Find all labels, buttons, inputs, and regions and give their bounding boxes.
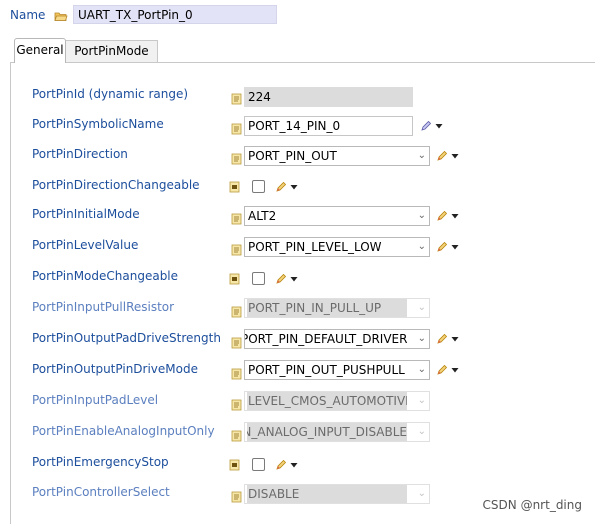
pencil-icon[interactable]	[436, 150, 448, 162]
chevron-down-icon: ⌄	[417, 395, 426, 406]
portpinoutputpindrivemode-select[interactable]: PORT_PIN_OUT_PUSHPULL ⌄	[244, 360, 430, 380]
chevron-down-icon: ⌄	[417, 426, 426, 437]
name-label: Name	[10, 8, 46, 22]
select-value: ALT2	[248, 209, 277, 223]
dropdown-arrow-icon[interactable]	[451, 366, 459, 374]
parameter-lock-icon	[229, 459, 240, 471]
parameter-doc-icon	[231, 213, 242, 225]
row-label-portpinmodechangeable: PortPinModeChangeable	[32, 269, 179, 283]
parameter-lock-icon	[229, 181, 240, 193]
pencil-icon[interactable]	[275, 459, 287, 471]
portpininputpadlevel-select: LEVEL_CMOS_AUTOMOTIVE ⌄	[244, 391, 430, 411]
dropdown-arrow-icon[interactable]	[451, 212, 459, 220]
tab-general[interactable]: General	[14, 38, 66, 63]
pencil-icon[interactable]	[275, 273, 287, 285]
row-label-portpininputpadlevel: PortPinInputPadLevel	[32, 393, 159, 407]
select-value: PORT_PIN_ANALOG_INPUT_DISABLE	[247, 423, 407, 441]
tab-portpinmode[interactable]: PortPinMode	[66, 40, 158, 62]
portpinemergencystop-checkbox[interactable]	[252, 458, 265, 471]
row-label-portpincontrollerselect: PortPinControllerSelect	[32, 485, 170, 499]
parameter-doc-icon	[231, 93, 242, 105]
portpincontrollerselect-select: DISABLE ⌄	[244, 484, 430, 504]
dropdown-arrow-icon[interactable]	[290, 183, 298, 191]
parameter-doc-icon	[231, 368, 242, 380]
row-label-portpinid: PortPinId (dynamic range)	[32, 87, 189, 101]
row-label-portpinlevelvalue: PortPinLevelValue	[32, 238, 139, 252]
chevron-down-icon: ⌄	[417, 302, 426, 313]
row-label-portpinenableanaloginputonly: PortPinEnableAnalogInputOnly	[32, 424, 215, 438]
chevron-down-icon: ⌄	[417, 364, 426, 375]
portpindirectionchangeable-checkbox[interactable]	[252, 180, 265, 193]
row-label-portpinoutputpaddrivestrength: PortPinOutputPadDriveStrength	[32, 331, 221, 345]
select-value: DISABLE	[247, 485, 407, 503]
select-value: PORT_PIN_DEFAULT_DRIVER	[244, 332, 408, 346]
name-field[interactable]: UART_TX_PortPin_0	[73, 5, 277, 24]
chevron-down-icon: ⌄	[417, 241, 426, 252]
portpinoutputpaddrivestrength-select[interactable]: PORT_PIN_DEFAULT_DRIVER ⌄	[244, 329, 430, 349]
portpininitialmode-select[interactable]: ALT2 ⌄	[244, 206, 430, 226]
watermark: CSDN @nrt_ding	[482, 498, 582, 512]
chevron-down-icon: ⌄	[417, 488, 426, 499]
row-label-portpininitialmode: PortPinInitialMode	[32, 207, 140, 221]
select-value: PORT_PIN_LEVEL_LOW	[248, 240, 382, 254]
row-label-portpinsymbolicname: PortPinSymbolicName	[32, 117, 164, 131]
row-label-portpinoutputpindrivemode: PortPinOutputPinDriveMode	[32, 362, 198, 376]
parameter-doc-icon	[231, 123, 242, 135]
portpinmodechangeable-checkbox[interactable]	[252, 272, 265, 285]
parameter-doc-icon	[231, 244, 242, 256]
select-value: LEVEL_CMOS_AUTOMOTIVE	[247, 392, 407, 410]
pencil-icon[interactable]	[436, 210, 448, 222]
parameter-doc-icon	[231, 306, 242, 318]
parameter-lock-icon	[229, 273, 240, 285]
select-value: PORT_PIN_OUT_PUSHPULL	[248, 363, 405, 377]
portpindirection-select[interactable]: PORT_PIN_OUT ⌄	[244, 146, 430, 166]
chevron-down-icon: ⌄	[417, 210, 426, 221]
parameter-doc-icon	[231, 399, 242, 411]
portpinenableanaloginputonly-select: PORT_PIN_ANALOG_INPUT_DISABLE ⌄	[244, 422, 430, 442]
row-label-portpindirection: PortPinDirection	[32, 147, 128, 161]
parameter-doc-icon	[231, 430, 242, 442]
parameter-doc-icon	[231, 491, 242, 503]
pencil-icon[interactable]	[436, 241, 448, 253]
select-value: PORT_PIN_IN_PULL_UP	[247, 299, 407, 317]
row-label-portpindirectionchangeable: PortPinDirectionChangeable	[32, 178, 200, 192]
edit-value-icon[interactable]	[420, 120, 432, 132]
dropdown-arrow-icon[interactable]	[290, 461, 298, 469]
tab-bar-divider	[10, 62, 595, 63]
parameter-doc-icon	[231, 337, 242, 349]
dropdown-arrow-icon[interactable]	[435, 122, 443, 130]
portpinid-field: 224	[244, 87, 413, 107]
portpininputpullresistor-select: PORT_PIN_IN_PULL_UP ⌄	[244, 298, 430, 318]
dropdown-arrow-icon[interactable]	[451, 152, 459, 160]
select-value: PORT_PIN_OUT	[248, 149, 337, 163]
pencil-icon[interactable]	[436, 333, 448, 345]
dropdown-arrow-icon[interactable]	[290, 275, 298, 283]
portpinlevelvalue-select[interactable]: PORT_PIN_LEVEL_LOW ⌄	[244, 237, 430, 257]
panel-border	[10, 62, 11, 524]
folder-icon	[54, 12, 68, 21]
row-label-portpininputpullresistor: PortPinInputPullResistor	[32, 300, 175, 314]
chevron-down-icon: ⌄	[417, 150, 426, 161]
dropdown-arrow-icon[interactable]	[451, 243, 459, 251]
parameter-doc-icon	[231, 153, 242, 165]
portpinsymbolicname-input[interactable]: PORT_14_PIN_0	[244, 116, 413, 136]
row-label-portpinemergencystop: PortPinEmergencyStop	[32, 455, 169, 469]
dropdown-arrow-icon[interactable]	[451, 335, 459, 343]
chevron-down-icon: ⌄	[417, 333, 426, 344]
pencil-icon[interactable]	[436, 364, 448, 376]
pencil-icon[interactable]	[275, 181, 287, 193]
